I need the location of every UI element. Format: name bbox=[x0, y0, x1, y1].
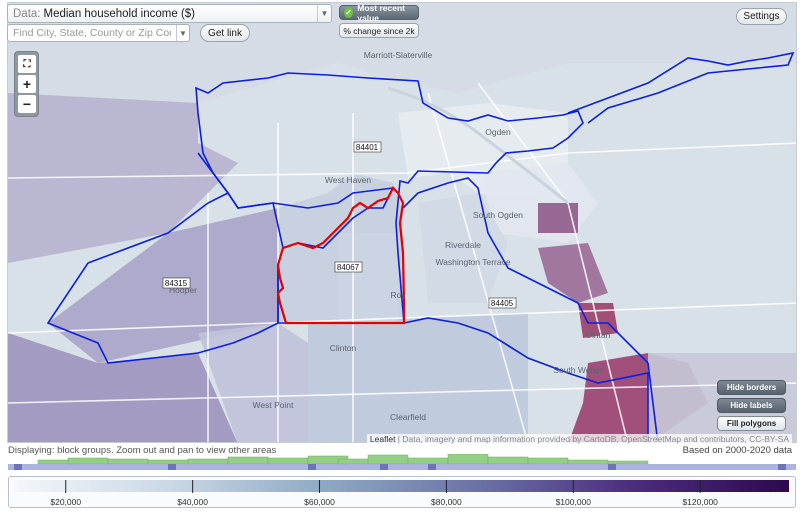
percent-change-button[interactable]: % change since 2k bbox=[339, 23, 419, 38]
histogram-baseline bbox=[8, 464, 796, 470]
histogram-bar bbox=[447, 454, 489, 465]
get-link-button[interactable]: Get link bbox=[200, 24, 250, 42]
histogram-marker bbox=[380, 464, 388, 470]
legend-tick-label: $100,000 bbox=[556, 497, 592, 507]
hide-labels-button[interactable]: Hide labels bbox=[717, 398, 786, 413]
map-canvas[interactable]: Marriott-Slaterville Ogden West Haven South… bbox=[8, 3, 797, 443]
region-clearfield bbox=[308, 313, 528, 442]
place-label: Clinton bbox=[330, 343, 357, 353]
data-select[interactable]: Data: Median household income ($) ▼ bbox=[7, 4, 332, 23]
histogram-marker bbox=[428, 464, 436, 470]
zip-label: 84401 bbox=[356, 143, 379, 152]
place-label: South Weber bbox=[553, 365, 603, 375]
legend-tick-label: $120,000 bbox=[682, 497, 718, 507]
hide-borders-button[interactable]: Hide borders bbox=[717, 380, 786, 395]
settings-button[interactable]: Settings bbox=[736, 8, 787, 25]
most-recent-value-label: Most recent value bbox=[357, 2, 406, 23]
chevron-down-icon[interactable]: ▼ bbox=[176, 25, 189, 41]
income-histogram bbox=[8, 454, 796, 470]
zoom-in-button[interactable]: + bbox=[18, 75, 36, 93]
histogram-marker bbox=[608, 464, 616, 470]
place-label: Washington Terrace bbox=[435, 257, 510, 267]
histogram-bar bbox=[407, 457, 449, 465]
legend-tick-label: $60,000 bbox=[304, 497, 335, 507]
place-label: Uintah bbox=[586, 330, 611, 340]
histogram-marker bbox=[168, 464, 176, 470]
legend-scale: $20,000 $40,000 $60,000 $80,000 $100,000 $120… bbox=[15, 480, 789, 507]
full-extent-button[interactable]: ⛶ bbox=[18, 55, 36, 73]
legend-gradient bbox=[15, 480, 789, 492]
zoom-controls: ⛶ + − bbox=[14, 51, 39, 117]
histogram-bar bbox=[367, 454, 409, 465]
histogram-bar bbox=[267, 457, 309, 465]
location-search-input[interactable] bbox=[7, 24, 190, 42]
zip-label: 84067 bbox=[337, 263, 360, 272]
place-label: Ogden bbox=[485, 127, 511, 137]
histogram-marker bbox=[308, 464, 316, 470]
map-attribution: Leaflet | Data, imagery and map informat… bbox=[366, 434, 792, 444]
zoom-out-button[interactable]: − bbox=[18, 95, 36, 113]
histogram-bar bbox=[107, 458, 149, 465]
place-label: West Point bbox=[253, 400, 295, 410]
fill-polygons-button[interactable]: Fill polygons bbox=[717, 416, 786, 431]
histogram-bar bbox=[527, 457, 569, 465]
histogram-bar bbox=[227, 456, 269, 465]
leaflet-link[interactable]: Leaflet bbox=[370, 434, 396, 444]
place-label: Marriott-Slaterville bbox=[364, 50, 433, 60]
color-legend: $20,000 $40,000 $60,000 $80,000 $100,000 $120… bbox=[8, 476, 796, 508]
map-frame[interactable]: Marriott-Slaterville Ogden West Haven South… bbox=[7, 2, 797, 443]
legend-tick-label: $80,000 bbox=[431, 497, 462, 507]
region-roy-center bbox=[338, 233, 398, 323]
histogram-bar bbox=[567, 459, 609, 465]
histogram-bar bbox=[187, 458, 229, 465]
place-label: Riverdale bbox=[445, 240, 481, 250]
attribution-text: | Data, imagery and map information prov… bbox=[395, 434, 789, 444]
zip-label: 84405 bbox=[491, 299, 514, 308]
zip-label: 84315 bbox=[165, 279, 188, 288]
histogram-bar bbox=[147, 459, 189, 465]
legend-tick-label: $40,000 bbox=[177, 497, 208, 507]
chevron-down-icon[interactable]: ▼ bbox=[317, 5, 331, 22]
histogram-bar bbox=[487, 456, 529, 465]
legend-tick-label: $20,000 bbox=[50, 497, 81, 507]
histogram-bar bbox=[67, 457, 109, 465]
data-select-label: Data: bbox=[13, 7, 41, 20]
data-select-value: Median household income ($) bbox=[43, 7, 196, 20]
histogram-marker bbox=[778, 464, 786, 470]
place-label: Roy bbox=[390, 290, 406, 300]
histogram-marker bbox=[14, 464, 22, 470]
place-label: South Ogden bbox=[473, 210, 523, 220]
place-label: Clearfield bbox=[390, 412, 426, 422]
histogram-bar bbox=[607, 460, 649, 465]
check-icon: ✓ bbox=[344, 7, 354, 18]
most-recent-value-button[interactable]: ✓ Most recent value bbox=[339, 2, 419, 23]
place-label: West Haven bbox=[325, 175, 371, 185]
